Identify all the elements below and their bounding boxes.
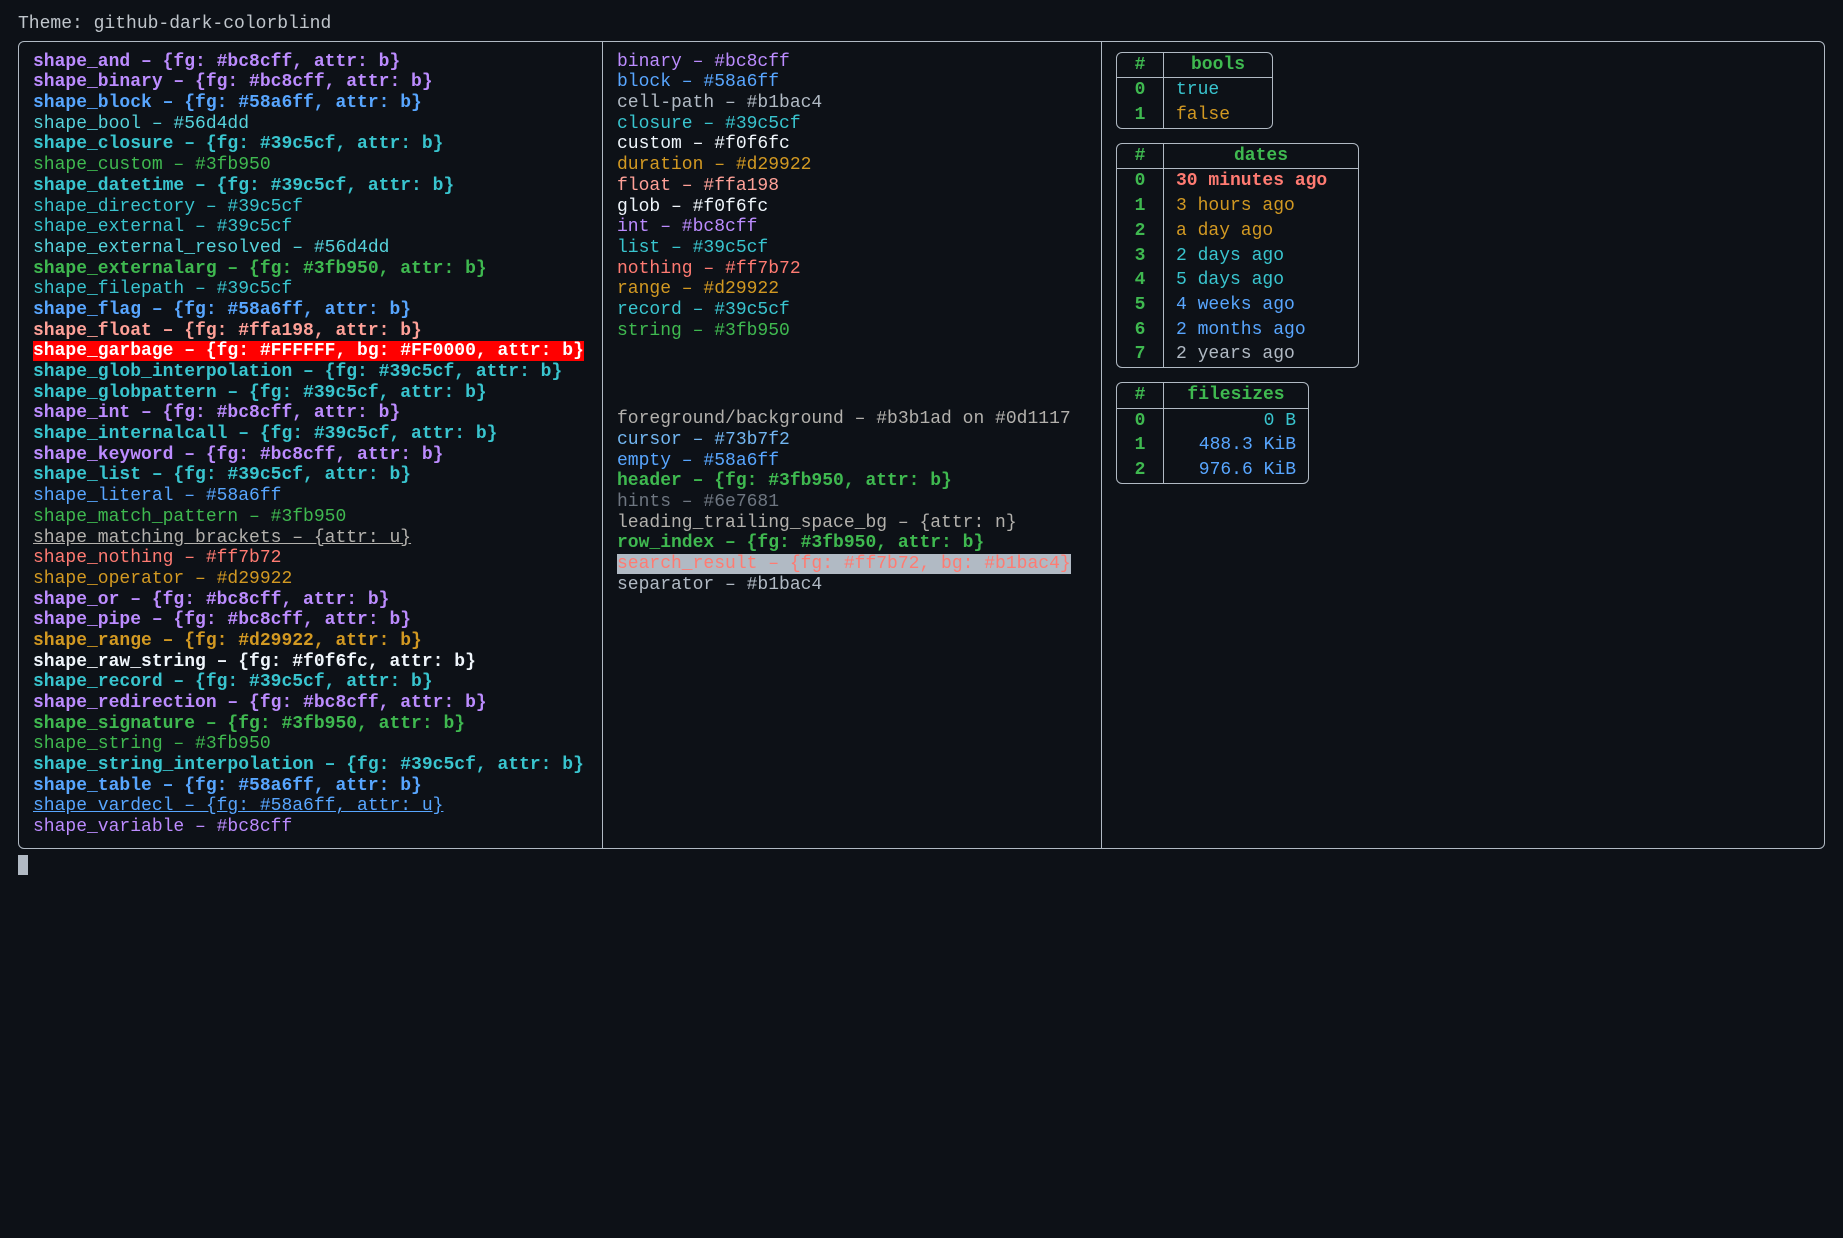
theme-entry: shape_globpattern – {fg: #39c5cf, attr: …: [33, 383, 588, 404]
theme-entry: shape_custom – #3fb950: [33, 155, 588, 176]
theme-entry: search_result – {fg: #ff7b72, bg: #b1bac…: [617, 554, 1087, 575]
theme-entry: shape_internalcall – {fg: #39c5cf, attr:…: [33, 424, 588, 445]
theme-entry: range – #d29922: [617, 279, 1087, 300]
theme-entry: shape_glob_interpolation – {fg: #39c5cf,…: [33, 362, 588, 383]
theme-entry: shape_keyword – {fg: #bc8cff, attr: b}: [33, 445, 588, 466]
theme-entry: cursor – #73b7f2: [617, 430, 1087, 451]
theme-entry: block – #58a6ff: [617, 72, 1087, 93]
table-row: 54 weeks ago: [1117, 293, 1358, 318]
theme-entry: shape_float – {fg: #ffa198, attr: b}: [33, 321, 588, 342]
table-row: 62 months ago: [1117, 318, 1358, 343]
tables-column: #bools0true1false #dates030 minutes ago13…: [1102, 42, 1824, 848]
theme-entry: row_index – {fg: #3fb950, attr: b}: [617, 533, 1087, 554]
theme-entry: shape_range – {fg: #d29922, attr: b}: [33, 631, 588, 652]
theme-entry: custom – #f0f6fc: [617, 134, 1087, 155]
theme-entry: shape_block – {fg: #58a6ff, attr: b}: [33, 93, 588, 114]
theme-entry: shape_record – {fg: #39c5cf, attr: b}: [33, 672, 588, 693]
theme-entry: shape_int – {fg: #bc8cff, attr: b}: [33, 403, 588, 424]
theme-entry: shape_flag – {fg: #58a6ff, attr: b}: [33, 300, 588, 321]
theme-entry: shape_literal – #58a6ff: [33, 486, 588, 507]
theme-entry: shape_table – {fg: #58a6ff, attr: b}: [33, 776, 588, 797]
theme-entry: shape_filepath – #39c5cf: [33, 279, 588, 300]
theme-entry: shape_external_resolved – #56d4dd: [33, 238, 588, 259]
theme-entry: empty – #58a6ff: [617, 451, 1087, 472]
theme-preview-frame: shape_and – {fg: #bc8cff, attr: b}shape_…: [18, 41, 1825, 849]
theme-entry: shape_string_interpolation – {fg: #39c5c…: [33, 755, 588, 776]
theme-entry: shape_and – {fg: #bc8cff, attr: b}: [33, 52, 588, 73]
theme-entry: separator – #b1bac4: [617, 575, 1087, 596]
table-row: 45 days ago: [1117, 268, 1358, 293]
theme-entry: foreground/background – #b3b1ad on #0d11…: [617, 409, 1087, 430]
theme-entry: shape_list – {fg: #39c5cf, attr: b}: [33, 465, 588, 486]
terminal-cursor: [18, 855, 28, 875]
types-column: binary – #bc8cffblock – #58a6ffcell-path…: [603, 42, 1102, 848]
theme-entry: leading_trailing_space_bg – {attr: n}: [617, 513, 1087, 534]
table-row: 00 B: [1117, 409, 1308, 434]
shapes-column: shape_and – {fg: #bc8cff, attr: b}shape_…: [19, 42, 603, 848]
theme-entry: shape_or – {fg: #bc8cff, attr: b}: [33, 590, 588, 611]
filesizes-table: #filesizes00 B1488.3 KiB2976.6 KiB: [1116, 382, 1309, 484]
theme-entry: shape_signature – {fg: #3fb950, attr: b}: [33, 714, 588, 735]
theme-entry: shape_matching_brackets – {attr: u}: [33, 528, 588, 549]
table-row: 1488.3 KiB: [1117, 433, 1308, 458]
theme-entry: shape_external – #39c5cf: [33, 217, 588, 238]
theme-entry: shape_variable – #bc8cff: [33, 817, 588, 838]
theme-entry: shape_vardecl – {fg: #58a6ff, attr: u}: [33, 796, 588, 817]
theme-entry: nothing – #ff7b72: [617, 259, 1087, 280]
theme-entry: shape_closure – {fg: #39c5cf, attr: b}: [33, 134, 588, 155]
theme-entry: shape_match_pattern – #3fb950: [33, 507, 588, 528]
theme-entry: shape_directory – #39c5cf: [33, 197, 588, 218]
dates-table: #dates030 minutes ago13 hours ago2a day …: [1116, 143, 1359, 368]
theme-title: Theme: github-dark-colorblind: [18, 14, 1825, 35]
table-row: 0true: [1117, 78, 1272, 103]
theme-entry: glob – #f0f6fc: [617, 197, 1087, 218]
theme-entry: hints – #6e7681: [617, 492, 1087, 513]
theme-entry: shape_pipe – {fg: #bc8cff, attr: b}: [33, 610, 588, 631]
theme-entry: float – #ffa198: [617, 176, 1087, 197]
theme-entry: int – #bc8cff: [617, 217, 1087, 238]
theme-entry: shape_datetime – {fg: #39c5cf, attr: b}: [33, 176, 588, 197]
table-row: 1false: [1117, 103, 1272, 128]
theme-entry: shape_nothing – #ff7b72: [33, 548, 588, 569]
theme-entry: shape_string – #3fb950: [33, 734, 588, 755]
theme-entry: shape_bool – #56d4dd: [33, 114, 588, 135]
theme-entry: shape_binary – {fg: #bc8cff, attr: b}: [33, 72, 588, 93]
theme-entry: shape_redirection – {fg: #bc8cff, attr: …: [33, 693, 588, 714]
theme-entry: duration – #d29922: [617, 155, 1087, 176]
table-row: 13 hours ago: [1117, 194, 1358, 219]
theme-entry: shape_operator – #d29922: [33, 569, 588, 590]
theme-entry: header – {fg: #3fb950, attr: b}: [617, 471, 1087, 492]
theme-entry: record – #39c5cf: [617, 300, 1087, 321]
theme-entry: shape_externalarg – {fg: #3fb950, attr: …: [33, 259, 588, 280]
theme-entry: shape_raw_string – {fg: #f0f6fc, attr: b…: [33, 652, 588, 673]
table-row: 2976.6 KiB: [1117, 458, 1308, 483]
theme-entry: binary – #bc8cff: [617, 52, 1087, 73]
theme-entry: cell-path – #b1bac4: [617, 93, 1087, 114]
theme-entry: shape_garbage – {fg: #FFFFFF, bg: #FF000…: [33, 341, 588, 362]
bools-table: #bools0true1false: [1116, 52, 1273, 129]
table-row: 030 minutes ago: [1117, 169, 1358, 194]
table-row: 2a day ago: [1117, 219, 1358, 244]
theme-entry: list – #39c5cf: [617, 238, 1087, 259]
theme-entry: closure – #39c5cf: [617, 114, 1087, 135]
table-row: 72 years ago: [1117, 342, 1358, 367]
table-row: 32 days ago: [1117, 244, 1358, 269]
theme-entry: string – #3fb950: [617, 321, 1087, 342]
